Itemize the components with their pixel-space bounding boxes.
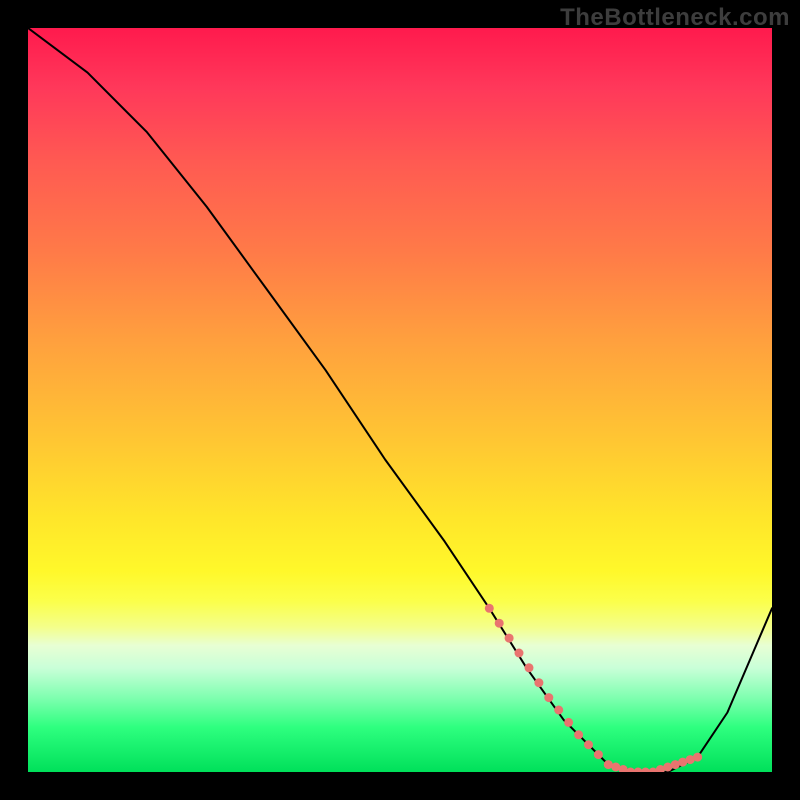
highlight-dot: [485, 604, 494, 613]
highlight-dot: [544, 693, 553, 702]
highlight-dot: [505, 634, 514, 643]
chart-svg: [28, 28, 772, 772]
highlight-dot: [584, 740, 593, 749]
highlight-dot: [594, 750, 603, 759]
highlight-dot: [495, 619, 504, 628]
highlight-dot: [574, 730, 583, 739]
highlight-dot: [515, 649, 524, 658]
highlight-dot: [525, 663, 534, 672]
series-layer: [28, 28, 772, 772]
highlight-dot: [534, 678, 543, 687]
chart-frame: TheBottleneck.com: [0, 0, 800, 800]
watermark-text: TheBottleneck.com: [560, 4, 790, 32]
plot-area: [28, 28, 772, 772]
series-main-curve: [28, 28, 772, 772]
highlight-dot: [693, 753, 702, 762]
highlight-dot: [564, 718, 573, 727]
highlight-dot: [554, 706, 563, 715]
